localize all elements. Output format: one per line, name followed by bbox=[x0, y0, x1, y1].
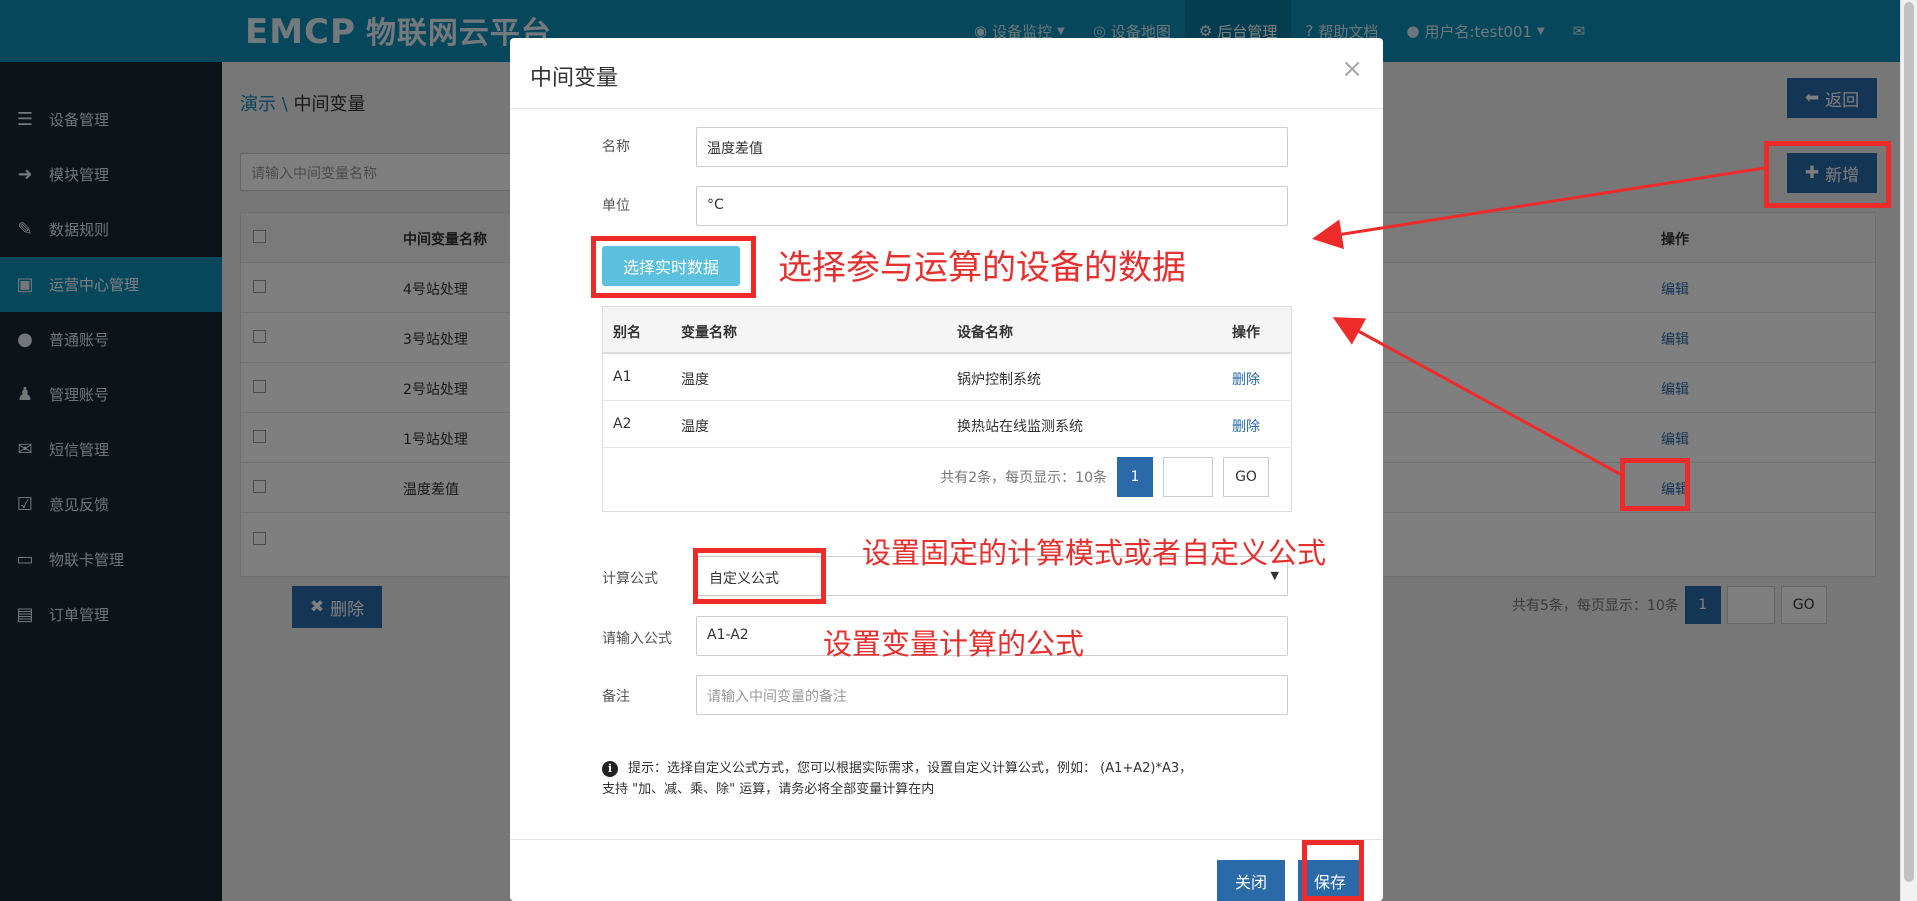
row-variable: 温度 bbox=[681, 419, 709, 435]
delete-link[interactable]: 删除 bbox=[1232, 369, 1260, 389]
table-header: 别名 变量名称 设备名称 操作 bbox=[603, 307, 1291, 354]
row-device: 换热站在线监测系统 bbox=[957, 419, 1083, 435]
remark-input[interactable]: 请输入中间变量的备注 bbox=[696, 675, 1288, 715]
column-header-device: 设备名称 bbox=[957, 325, 1013, 341]
tip-line-1: 提示：选择自定义公式方式，您可以根据实际需求，设置自定义计算公式，例如： (A1… bbox=[628, 761, 1193, 776]
highlight-edit-link bbox=[1620, 458, 1690, 511]
annotation-select-data: 选择参与运算的设备的数据 bbox=[778, 248, 1186, 288]
annotation-formula: 设置变量计算的公式 bbox=[823, 627, 1085, 661]
unit-label: 单位 bbox=[602, 198, 630, 214]
table-row: A2 温度 换热站在线监测系统 删除 bbox=[603, 401, 1291, 448]
page-jump-input[interactable] bbox=[1163, 457, 1213, 497]
row-device: 锅炉控制系统 bbox=[957, 372, 1041, 388]
scrollbar-thumb[interactable] bbox=[1904, 2, 1914, 882]
column-header-variable: 变量名称 bbox=[681, 325, 737, 341]
tip-line-2: 支持 "加、减、乘、除" 运算，请务必将全部变量计算在内 bbox=[602, 782, 935, 797]
selected-data-table: 别名 变量名称 设备名称 操作 A1 温度 锅炉控制系统 删除 A2 温度 换热… bbox=[602, 306, 1292, 512]
modal-header: 中间变量 × bbox=[510, 38, 1383, 109]
row-variable: 温度 bbox=[681, 372, 709, 388]
column-header-alias: 别名 bbox=[613, 325, 641, 341]
page-1-button[interactable]: 1 bbox=[1117, 457, 1153, 497]
row-alias: A2 bbox=[613, 416, 632, 432]
table-row: A1 温度 锅炉控制系统 删除 bbox=[603, 354, 1291, 401]
close-icon[interactable]: × bbox=[1341, 54, 1363, 84]
row-alias: A1 bbox=[613, 369, 632, 385]
delete-link[interactable]: 删除 bbox=[1232, 416, 1260, 436]
annotation-formula-type: 设置固定的计算模式或者自定义公式 bbox=[862, 536, 1327, 570]
modal-title: 中间变量 bbox=[530, 66, 619, 91]
name-label: 名称 bbox=[602, 139, 630, 155]
remark-label: 备注 bbox=[602, 689, 630, 705]
variable-modal: 中间变量 × 名称 温度差值 单位 °C 选择实时数据 别名 变量名称 设备名称… bbox=[510, 38, 1383, 901]
unit-input[interactable]: °C bbox=[696, 186, 1288, 226]
highlight-select-data-button bbox=[591, 236, 756, 298]
tip-text: i 提示：选择自定义公式方式，您可以根据实际需求，设置自定义计算公式，例如： (A… bbox=[602, 758, 1302, 800]
column-header-op: 操作 bbox=[1232, 325, 1260, 341]
close-button[interactable]: 关闭 bbox=[1217, 860, 1285, 901]
go-button[interactable]: GO bbox=[1223, 457, 1269, 497]
modal-footer: 关闭 保存 bbox=[510, 839, 1383, 901]
scrollbar[interactable] bbox=[1900, 0, 1917, 901]
pager-summary: 共有2条，每页显示：10条 bbox=[940, 470, 1107, 486]
modal-pagination: 共有2条，每页显示：10条 1 GO bbox=[940, 457, 1269, 497]
info-icon: i bbox=[602, 761, 618, 777]
formula-type-label: 计算公式 bbox=[602, 571, 658, 587]
highlight-formula-select bbox=[693, 548, 826, 604]
formula-label: 请输入公式 bbox=[602, 631, 672, 647]
highlight-add-button bbox=[1764, 141, 1891, 208]
name-input[interactable]: 温度差值 bbox=[696, 127, 1288, 167]
highlight-save-button bbox=[1302, 840, 1364, 901]
